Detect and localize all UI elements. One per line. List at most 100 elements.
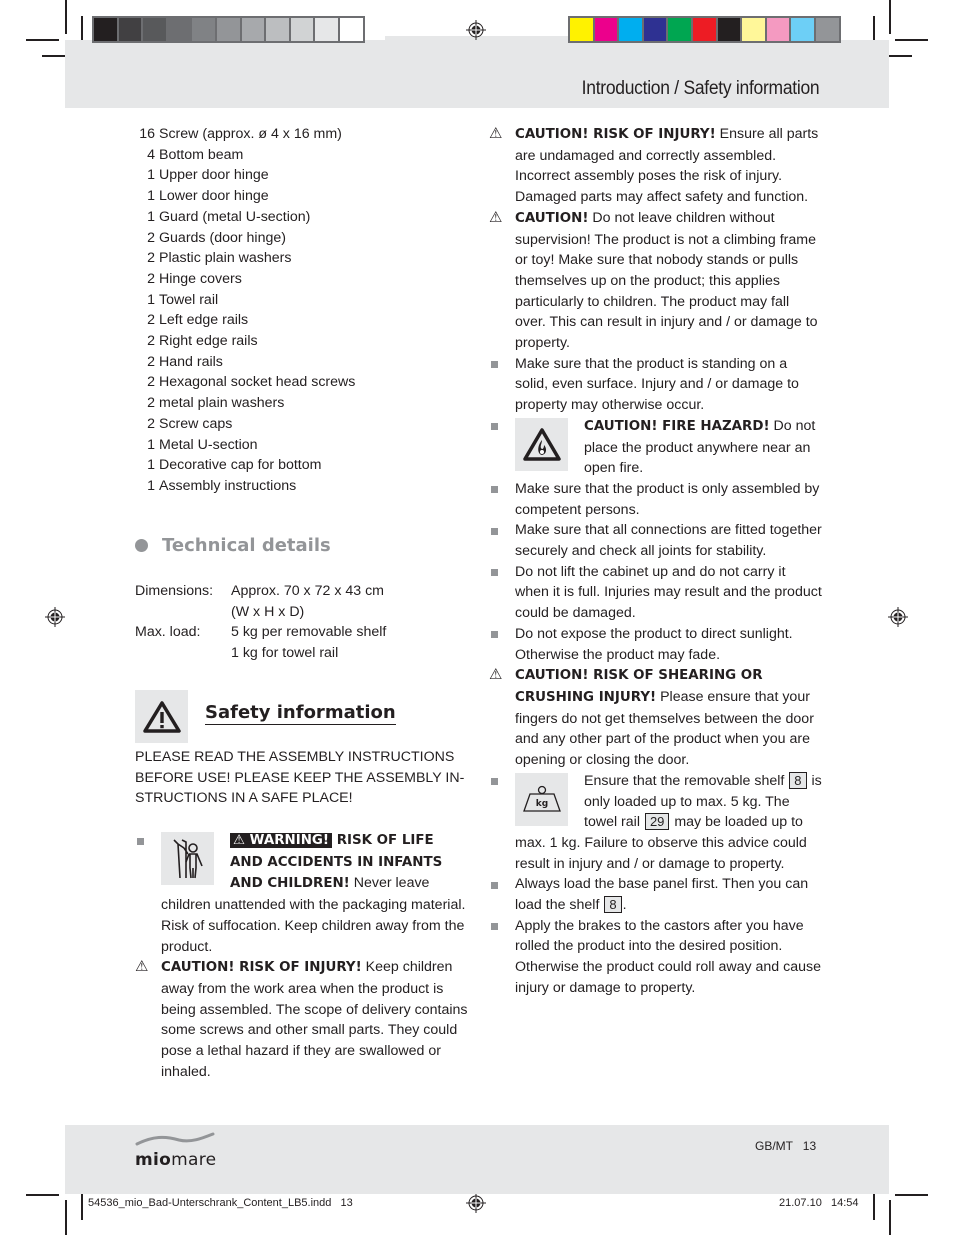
- crop-mark: [65, 0, 67, 34]
- parts-list-item: 2 Right edge rails: [135, 331, 465, 352]
- part-name: Decorative cap for bottom: [159, 457, 322, 474]
- parts-list-item: 1 Decorative cap for bottom: [135, 455, 465, 476]
- bullet-square-icon: [491, 778, 498, 786]
- safety-intro: PLEASE READ THE ASSEMBLY INSTRUCTIONS BE…: [135, 749, 465, 807]
- registration-mark-icon: [888, 607, 908, 627]
- safety-item: Make sure that the product is standing o…: [489, 354, 822, 416]
- color-swatch: [570, 18, 593, 41]
- item-bold: CAUTION! RISK OF INJURY!: [161, 960, 362, 976]
- registration-mark-icon: [466, 20, 486, 40]
- bullet-square-icon: [137, 837, 144, 845]
- fire-hazard-icon: [515, 417, 568, 471]
- color-swatch: [692, 18, 716, 41]
- safety-item: ⚠ CAUTION! RISK OF SHEARING OR CRUSHING I…: [489, 666, 814, 769]
- warning-triangle-icon: [135, 690, 188, 743]
- part-name: Screw (approx. ø 4 x 16 mm): [159, 126, 342, 142]
- max-load-value: 5 kg per removable shelf: [231, 624, 387, 641]
- safety-item: ⚠ WARNING! RISK OF LIFE AND ACCIDENTS IN…: [135, 830, 468, 957]
- parts-list-item: 2 Hexagonal socket head screws: [135, 372, 465, 393]
- parts-list-item: 1 Metal U-section: [135, 435, 465, 456]
- color-swatch: [216, 18, 240, 41]
- logo-swoosh-icon: [135, 1132, 215, 1146]
- color-swatch: [315, 18, 338, 41]
- crop-mark: [26, 1194, 59, 1196]
- brand-logo: miomare: [135, 1131, 216, 1170]
- part-quantity: 1: [147, 188, 155, 205]
- part-name: Upper door hinge: [159, 167, 269, 184]
- parts-list-item: 2 metal plain washers: [135, 393, 465, 414]
- locale-page-number: GB/MT 13: [755, 1139, 817, 1153]
- part-name: Hand rails: [159, 353, 223, 370]
- safety-item: ⚠ CAUTION! Do not leave children without …: [489, 208, 818, 352]
- color-swatch: [717, 18, 741, 41]
- part-quantity: 1: [147, 457, 155, 474]
- part-name: Guard (metal U-section): [159, 208, 311, 225]
- registration-mark-icon: [466, 1193, 486, 1213]
- bullet-square-icon: [491, 361, 498, 369]
- bullet-square-icon: [491, 486, 498, 494]
- color-swatch: [742, 18, 765, 41]
- bullet-square-icon: [491, 423, 498, 431]
- part-quantity: 4: [147, 146, 155, 163]
- parts-list-item: 1 Assembly instructions: [135, 476, 465, 497]
- color-swatch: [192, 18, 215, 41]
- color-swatch: [241, 18, 265, 41]
- parts-list-item: 2 Hand rails: [135, 352, 465, 373]
- color-swatch: [94, 18, 117, 41]
- registration-mark-icon: [45, 607, 65, 627]
- page-title: Introduction / Safety information: [581, 78, 819, 99]
- part-quantity: 1: [147, 167, 155, 184]
- part-quantity: 1: [147, 291, 155, 308]
- color-swatch: [815, 18, 839, 41]
- part-name: Screw caps: [159, 415, 233, 432]
- color-swatch: [594, 18, 618, 41]
- color-swatch: [143, 18, 166, 41]
- part-quantity: 1: [147, 436, 155, 453]
- part-name: Left edge rails: [159, 312, 249, 329]
- safety-item: kg Ensure that the removable shelf 8 is …: [489, 771, 822, 875]
- part-name: Bottom beam: [159, 146, 244, 163]
- color-swatch: [766, 18, 790, 41]
- bullet-dot-icon: [135, 539, 148, 552]
- color-swatch: [339, 18, 363, 41]
- weight-kg-icon: kg: [515, 772, 568, 826]
- color-swatch: [266, 18, 289, 41]
- safety-item: Do not expose the product to direct sunl…: [489, 624, 822, 665]
- parts-list-item: 1 Towel rail: [135, 290, 465, 311]
- slug-date: 21.07.10 14:54: [779, 1197, 859, 1209]
- part-quantity: 2: [147, 229, 155, 246]
- max-load-value-2: 1 kg for towel rail: [231, 645, 339, 662]
- child-icon: [161, 832, 214, 885]
- part-reference: 8: [789, 771, 807, 789]
- caution-triangle-icon: ⚠: [489, 666, 503, 684]
- part-name: Towel rail: [159, 291, 219, 308]
- safety-item: Do not lift the cabinet up and do not ca…: [489, 562, 822, 624]
- bullet-square-icon: [491, 881, 498, 889]
- technical-details-table: Dimensions: Approx. 70 x 72 x 43 cm (W x …: [135, 581, 386, 664]
- crop-mark: [889, 1200, 891, 1235]
- color-bar: [568, 16, 841, 43]
- crop-mark: [65, 1200, 67, 1235]
- crop-mark: [889, 0, 891, 34]
- max-load-label: Max. load:: [135, 624, 201, 641]
- part-quantity: 2: [147, 353, 155, 370]
- caution-triangle-icon: ⚠: [135, 958, 149, 976]
- crop-mark: [26, 39, 59, 41]
- safety-list-left: ⚠ WARNING! RISK OF LIFE AND ACCIDENTS IN…: [135, 830, 468, 1082]
- caution-triangle-icon: ⚠: [489, 125, 503, 142]
- parts-list-item: 2 Left edge rails: [135, 310, 465, 331]
- part-quantity: 2: [147, 270, 155, 287]
- parts-list-item: 2 Guards (door hinge): [135, 228, 465, 249]
- parts-list-item: 2 Hinge covers: [135, 269, 465, 290]
- parts-list-item: 1 Guard (metal U-section): [135, 207, 465, 228]
- part-quantity: 16: [139, 126, 155, 142]
- slug-filename: 54536_mio_Bad-Unterschrank_Content_LB5.i…: [88, 1197, 353, 1209]
- grayscale-bar: [92, 16, 365, 43]
- color-swatch: [619, 18, 642, 41]
- dimensions-label: Dimensions:: [135, 583, 214, 599]
- crop-mark: [873, 1190, 875, 1220]
- crop-mark: [81, 1190, 83, 1220]
- part-quantity: 1: [147, 208, 155, 225]
- part-quantity: 2: [147, 312, 155, 329]
- color-swatch: [643, 18, 667, 41]
